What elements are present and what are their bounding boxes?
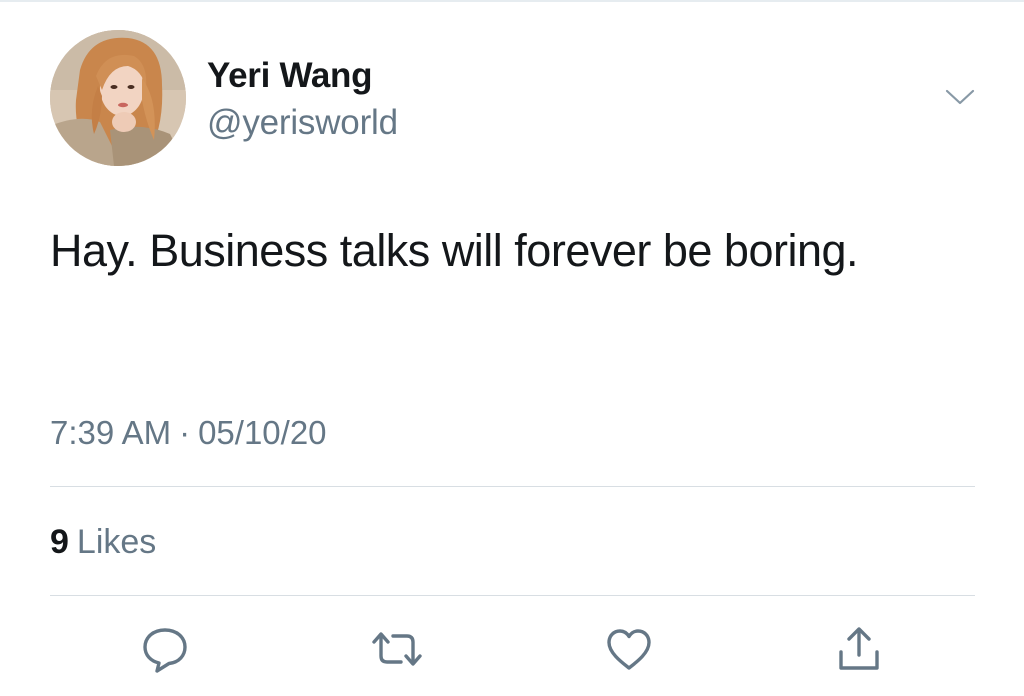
like-button[interactable] [602, 624, 656, 676]
timestamp-separator: · [179, 414, 191, 451]
retweet-button[interactable] [370, 624, 424, 676]
likes-count: 9 [50, 523, 69, 561]
chevron-down-icon[interactable] [944, 86, 976, 108]
tweet-date: 05/10/20 [198, 414, 327, 451]
tweet-detail-view: Yeri Wang @yerisworld Hay. Business talk… [0, 0, 1024, 696]
reply-button[interactable] [138, 624, 192, 676]
avatar-photo [50, 30, 186, 166]
author-display-name[interactable]: Yeri Wang [207, 56, 373, 96]
heart-icon [607, 629, 651, 670]
divider [50, 486, 975, 487]
top-divider [0, 0, 1024, 2]
likes-stat[interactable]: 9 Likes [50, 523, 156, 562]
share-upload-icon [839, 627, 879, 670]
divider [50, 595, 975, 596]
tweet-time: 7:39 AM [50, 414, 172, 451]
tweet-text: Hay. Business talks will forever be bori… [50, 225, 859, 276]
retweet-arrows-icon [372, 632, 422, 666]
author-handle[interactable]: @yerisworld [207, 103, 398, 143]
speech-bubble-icon [143, 628, 187, 673]
tweet-timestamp: 7:39 AM · 05/10/20 [50, 414, 327, 452]
share-button[interactable] [832, 624, 886, 676]
avatar[interactable] [50, 30, 186, 166]
likes-label: Likes [76, 523, 157, 561]
